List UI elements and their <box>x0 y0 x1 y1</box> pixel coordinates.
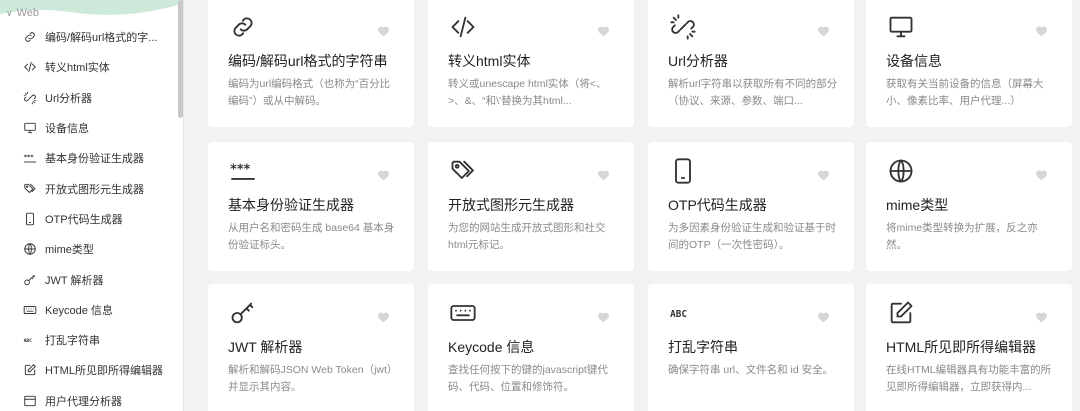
favorite-heart-icon[interactable] <box>817 24 830 37</box>
tool-card-title: 编码/解码url格式的字符串 <box>228 53 388 69</box>
tool-card-grid: 编码/解码url格式的字符串编码为url编码格式（也称为“百分比编码”）或从中解… <box>0 0 1080 411</box>
tool-card-title: HTML所见即所得编辑器 <box>886 339 1037 355</box>
tool-card[interactable]: mime类型将mime类型转换为扩展，反之亦然。 <box>866 142 1072 271</box>
tool-card[interactable]: OTP代码生成器为多因素身份验证生成和验证基于时间的OTP（一次性密码）。 <box>648 142 854 271</box>
globe-icon <box>886 156 916 186</box>
tool-card[interactable]: 转义html实体转义或unescape html实体（将<、>、&、“和\'替换… <box>428 0 634 127</box>
tool-card-title: JWT 解析器 <box>228 339 303 355</box>
tool-card[interactable]: JWT 解析器解析和解码JSON Web Token（jwt）并显示其内容。 <box>208 284 414 411</box>
tool-card-description: 编码为url编码格式（也称为“百分比编码”）或从中解码。 <box>228 78 391 107</box>
tool-card-title: 开放式图形元生成器 <box>448 197 574 213</box>
favorite-heart-icon[interactable] <box>817 310 830 323</box>
favorite-heart-icon[interactable] <box>597 310 610 323</box>
code-icon <box>448 12 478 42</box>
tool-card-description: 解析和解码JSON Web Token（jwt）并显示其内容。 <box>228 364 398 393</box>
favorite-heart-icon[interactable] <box>597 168 610 181</box>
tool-card[interactable]: HTML所见即所得编辑器在线HTML编辑器具有功能丰富的所见即所得编辑器，立即获… <box>866 284 1072 411</box>
broken-link-icon <box>668 12 698 42</box>
tool-card[interactable]: Keycode 信息查找任何按下的键的javascript键代码、代码、位置和修… <box>428 284 634 411</box>
svg-text:***: *** <box>230 162 250 177</box>
tool-card[interactable]: *** 基本身份验证生成器从用户名和密码生成 base64 基本身份验证标头。 <box>208 142 414 271</box>
tool-card-title: OTP代码生成器 <box>668 197 767 213</box>
tool-card-description: 转义或unescape html实体（将<、>、&、“和\'替换为其html..… <box>448 78 607 107</box>
tool-card-description: 将mime类型转换为扩展，反之亦然。 <box>886 222 1038 251</box>
svg-text:ABC: ABC <box>670 309 687 320</box>
favorite-heart-icon[interactable] <box>377 310 390 323</box>
tool-card-description: 确保字符串 url、文件名和 id 安全。 <box>668 364 834 376</box>
tool-card-title: mime类型 <box>886 197 949 213</box>
monitor-icon <box>886 12 916 42</box>
tool-card-title: Url分析器 <box>668 53 728 69</box>
tool-card-title: 设备信息 <box>886 53 942 69</box>
phone-icon <box>668 156 698 186</box>
favorite-heart-icon[interactable] <box>377 24 390 37</box>
abc-icon: ABC <box>668 298 698 328</box>
tool-card-title: 转义html实体 <box>448 53 531 69</box>
favorite-heart-icon[interactable] <box>817 168 830 181</box>
keyboard-icon <box>448 298 478 328</box>
edit-icon <box>886 298 916 328</box>
tool-card-description: 为多因素身份验证生成和验证基于时间的OTP（一次性密码）。 <box>668 222 836 251</box>
tool-card-description: 为您的网站生成开放式图形和社交html元标记。 <box>448 222 606 251</box>
tool-card-description: 在线HTML编辑器具有功能丰富的所见即所得编辑器，立即获得内... <box>886 364 1052 393</box>
tool-card-description: 解析url字符串以获取所有不同的部分（协议、来源、参数、端口... <box>668 78 838 107</box>
tool-card-title: 基本身份验证生成器 <box>228 197 354 213</box>
tool-card-title: 打乱字符串 <box>668 339 738 355</box>
favorite-heart-icon[interactable] <box>1035 168 1048 181</box>
password-icon: *** <box>228 156 258 186</box>
favorite-heart-icon[interactable] <box>1035 310 1048 323</box>
tool-card-description: 获取有关当前设备的信息（屏幕大小、像素比率、用户代理...） <box>886 78 1044 107</box>
tool-card[interactable]: Url分析器解析url字符串以获取所有不同的部分（协议、来源、参数、端口... <box>648 0 854 127</box>
tags-icon <box>448 156 478 186</box>
tool-card[interactable]: ABC 打乱字符串确保字符串 url、文件名和 id 安全。 <box>648 284 854 411</box>
tool-card[interactable]: 设备信息获取有关当前设备的信息（屏幕大小、像素比率、用户代理...） <box>866 0 1072 127</box>
favorite-heart-icon[interactable] <box>1035 24 1048 37</box>
tool-card[interactable]: 编码/解码url格式的字符串编码为url编码格式（也称为“百分比编码”）或从中解… <box>208 0 414 127</box>
tool-card-description: 查找任何按下的键的javascript键代码、代码、位置和修饰符。 <box>448 364 608 393</box>
key-icon <box>228 298 258 328</box>
favorite-heart-icon[interactable] <box>597 24 610 37</box>
tool-card-description: 从用户名和密码生成 base64 基本身份验证标头。 <box>228 222 395 251</box>
tool-card[interactable]: 开放式图形元生成器为您的网站生成开放式图形和社交html元标记。 <box>428 142 634 271</box>
favorite-heart-icon[interactable] <box>377 168 390 181</box>
link-icon <box>228 12 258 42</box>
tool-card-title: Keycode 信息 <box>448 339 535 355</box>
